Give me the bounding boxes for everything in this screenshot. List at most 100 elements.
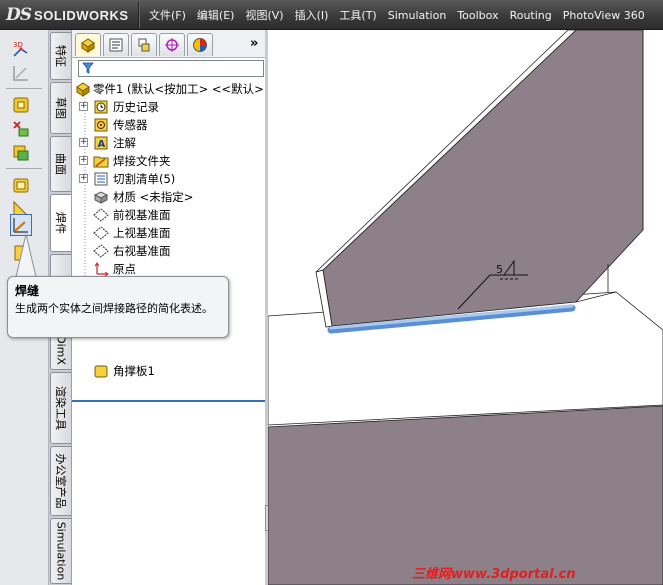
tree-root-label: 零件1 (默认<按加工> <<默认>: [93, 82, 264, 96]
tab-weldments[interactable]: 焊件: [50, 194, 71, 252]
property-icon: [109, 38, 123, 52]
weld-bead-tooltip: 焊缝 生成两个实体之间焊接路径的简化表述。: [7, 276, 229, 338]
svg-text:A: A: [98, 139, 106, 150]
tab-render-tools[interactable]: 渲染工具: [50, 372, 71, 444]
graphics-area[interactable]: 5: [267, 29, 663, 585]
history-icon: [93, 99, 109, 115]
dimxpert-manager-tab[interactable]: [159, 33, 185, 56]
tree-item-cut-list[interactable]: + 切割清单(5): [72, 170, 267, 188]
model-view: 5: [267, 29, 663, 585]
tree-item-label: 原点: [113, 262, 136, 276]
tab-label: 特征: [54, 45, 67, 67]
menu-file[interactable]: 文件(F): [144, 7, 191, 23]
tab-label: 草图: [54, 97, 67, 119]
annotation-icon: A: [93, 135, 109, 151]
dimxpert-icon: [165, 38, 179, 52]
configuration-manager-tab[interactable]: [131, 33, 157, 56]
feature-tree-tab[interactable]: [75, 33, 101, 56]
toolbar-divider: [6, 88, 42, 89]
expand-icon[interactable]: +: [79, 174, 88, 183]
gusset-feature-icon: [93, 363, 109, 379]
trim-extend-icon[interactable]: [10, 118, 32, 140]
main-menu: 文件(F) 编辑(E) 视图(V) 插入(I) 工具(T) Simulation…: [144, 0, 651, 30]
menu-toolbox[interactable]: Toolbox: [452, 9, 503, 22]
plane-icon: [93, 225, 109, 241]
structural-member-icon[interactable]: [10, 94, 32, 116]
tab-label: DimX: [54, 335, 68, 365]
tree-item-weld-folder[interactable]: + 焊接文件夹: [72, 152, 267, 170]
part-icon: [81, 38, 95, 53]
menu-insert[interactable]: 插入(I): [290, 7, 334, 23]
menu-simulation[interactable]: Simulation: [383, 9, 452, 22]
sketch-disabled-icon[interactable]: [10, 62, 32, 84]
rollback-bar[interactable]: [72, 400, 267, 402]
more-tabs-chevron-icon[interactable]: »: [250, 36, 258, 51]
weldment-icon[interactable]: [10, 174, 32, 196]
tree-item-label: 历史记录: [113, 100, 159, 114]
tree-root-part[interactable]: 零件1 (默认<按加工> <<默认>: [72, 80, 267, 98]
tree-item-label: 焊接文件夹: [113, 154, 171, 168]
title-menu-bar: DS SOLIDWORKS 文件(F) 编辑(E) 视图(V) 插入(I) 工具…: [0, 0, 663, 30]
tree-item-history[interactable]: + 历史记录: [72, 98, 267, 116]
watermark: 三维网www.3dportal.cn: [412, 567, 576, 582]
expand-icon[interactable]: +: [79, 102, 88, 111]
tree-item-label: 前视基准面: [113, 208, 171, 222]
origin-icon: [93, 261, 109, 277]
display-manager-tab[interactable]: [187, 33, 213, 56]
tree-item-right-plane[interactable]: 右视基准面: [72, 242, 267, 260]
fillet-bead-icon[interactable]: [10, 214, 32, 236]
ds-logo-mark: DS: [6, 5, 32, 25]
base-plate-front-face: [267, 405, 663, 585]
tooltip-title: 焊缝: [15, 284, 40, 298]
tooltip-description: 生成两个实体之间焊接路径的简化表述。: [15, 302, 213, 315]
plane-icon: [93, 207, 109, 223]
configuration-icon: [138, 38, 150, 52]
weld-size-label: 5: [496, 263, 503, 276]
tree-item-top-plane[interactable]: 上视基准面: [72, 224, 267, 242]
tab-office-products[interactable]: 办公室产品: [50, 446, 71, 516]
menu-tools[interactable]: 工具(T): [334, 7, 381, 23]
weld-folder-icon: [93, 153, 109, 169]
tree-filter-field[interactable]: [78, 60, 264, 77]
menu-separator: [138, 2, 140, 28]
tab-features[interactable]: 特征: [50, 32, 71, 80]
tree-item-label: 传感器: [113, 118, 148, 132]
brand-name: SOLIDWORKS: [34, 7, 129, 23]
tab-label: 渲染工具: [54, 386, 67, 430]
menu-edit[interactable]: 编辑(E): [192, 7, 240, 23]
tab-label: 曲面: [54, 153, 67, 175]
tab-simulation[interactable]: Simulation: [50, 518, 71, 584]
end-cap-icon[interactable]: [10, 142, 32, 164]
part-icon: [75, 81, 91, 97]
tab-label: 办公室产品: [54, 453, 67, 509]
cut-list-icon: [93, 171, 109, 187]
material-icon: [93, 189, 109, 205]
toolbar-divider: [6, 168, 42, 169]
tab-sketch[interactable]: 草图: [50, 82, 71, 134]
tree-item-annotations[interactable]: + A 注解: [72, 134, 267, 152]
tooltip-pointer: [15, 234, 37, 278]
menu-routing[interactable]: Routing: [505, 9, 557, 22]
menu-photoview[interactable]: PhotoView 360: [558, 9, 650, 22]
tree-item-gusset[interactable]: 角撑板1: [72, 362, 267, 380]
feature-manager-tabs: »: [72, 30, 267, 58]
expand-icon[interactable]: +: [79, 138, 88, 147]
tree-item-sensors[interactable]: 传感器: [72, 116, 267, 134]
menu-view[interactable]: 视图(V): [240, 7, 288, 23]
display-icon: [193, 38, 207, 52]
tree-item-label: 注解: [113, 136, 136, 150]
sensor-icon: [93, 117, 109, 133]
tree-item-material[interactable]: 材质 <未指定>: [72, 188, 267, 206]
tree-item-label: 上视基准面: [113, 226, 171, 240]
expand-icon[interactable]: +: [79, 156, 88, 165]
plane-icon: [93, 243, 109, 259]
3d-sketch-icon[interactable]: 3D: [10, 38, 32, 60]
tab-surfaces[interactable]: 曲面: [50, 136, 71, 192]
filter-icon: [82, 62, 94, 77]
tree-item-front-plane[interactable]: 前视基准面: [72, 206, 267, 224]
solidworks-logo[interactable]: DS SOLIDWORKS: [6, 4, 129, 26]
tree-item-label: 切割清单(5): [113, 172, 176, 186]
tree-item-label: 角撑板1: [113, 364, 155, 378]
tab-label: 焊件: [54, 212, 67, 234]
property-manager-tab[interactable]: [103, 33, 129, 56]
